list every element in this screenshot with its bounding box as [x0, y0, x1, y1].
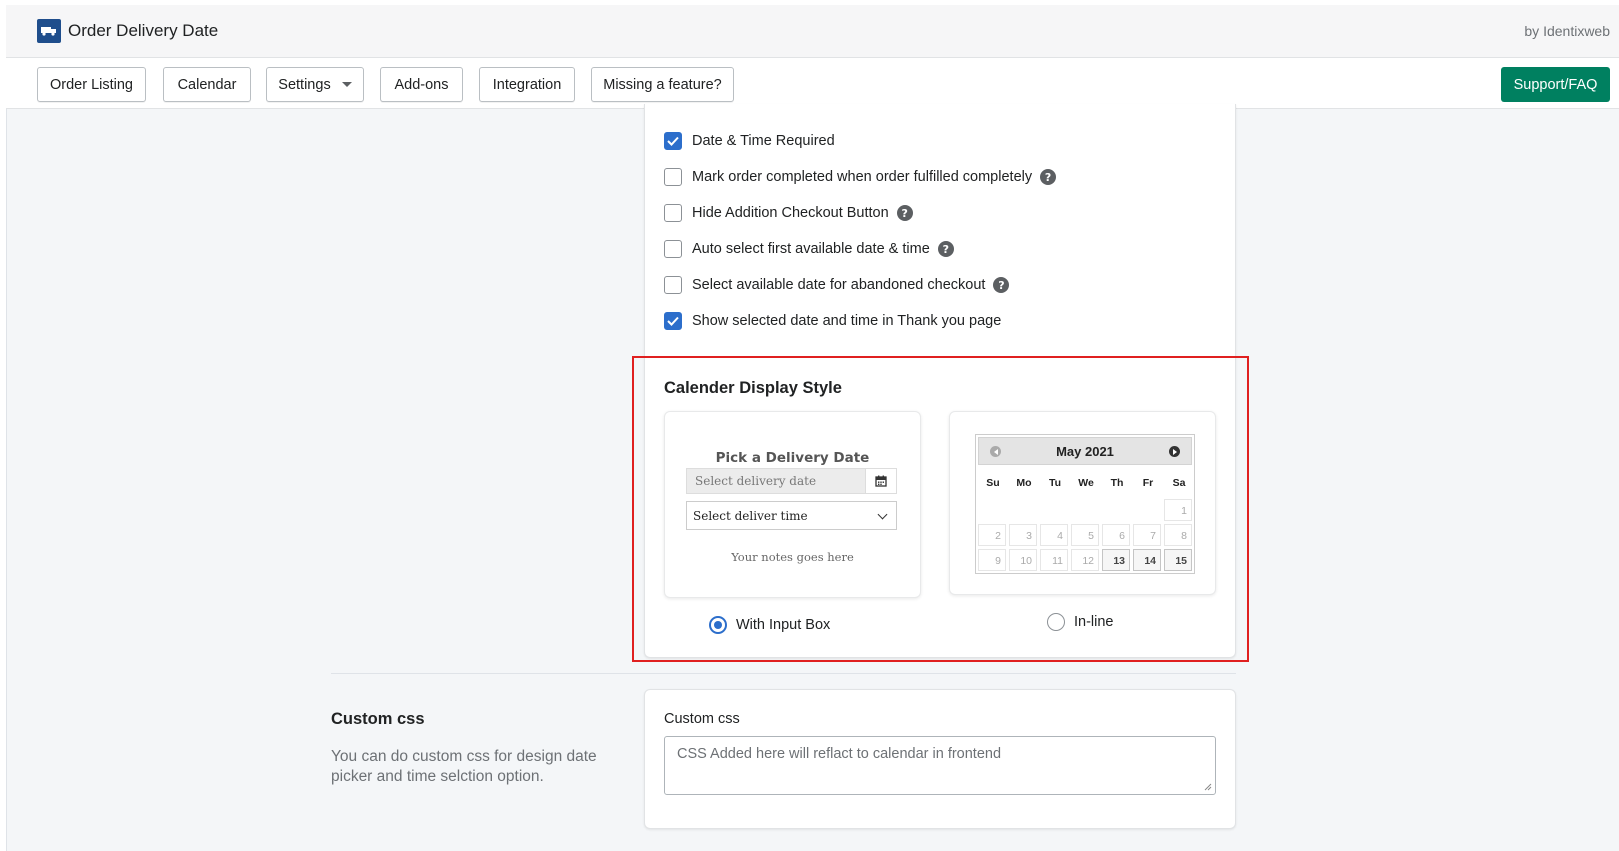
custom-css-textarea[interactable]: CSS Added here will reflact to calendar … [664, 736, 1216, 795]
radio-inline[interactable]: In-line [1047, 613, 1114, 631]
option-label: Date & Time Required [692, 133, 835, 149]
help-icon[interactable]: ? [1040, 169, 1057, 185]
custom-css-title: Custom css [331, 710, 425, 728]
nav-integration-button[interactable]: Integration [479, 67, 575, 102]
checkbox[interactable] [664, 204, 682, 222]
option-mark-order-completed[interactable]: Mark order completed when order fulfille… [664, 168, 1057, 186]
option-abandoned-checkout[interactable]: Select available date for abandoned chec… [664, 276, 1010, 294]
nav-missing-feature-button[interactable]: Missing a feature? [591, 67, 734, 102]
calendar-day: 7 [1133, 524, 1161, 546]
option-show-thank-you[interactable]: Show selected date and time in Thank you… [664, 312, 1001, 330]
checkbox-checked[interactable] [664, 132, 682, 150]
calendar-day: 10 [1009, 549, 1037, 571]
checkbox[interactable] [664, 276, 682, 294]
nav-settings-label: Settings [278, 76, 331, 93]
input-box-preview[interactable]: Pick a Delivery Date Select delivery dat… [664, 411, 921, 598]
weekday-label: Tu [1048, 477, 1062, 489]
nav-addons-button[interactable]: Add-ons [380, 67, 463, 102]
app-titlebar: Order Delivery Date by Identixweb [6, 5, 1619, 58]
nav-calendar-button[interactable]: Calendar [163, 67, 251, 102]
preview-time-placeholder: Select deliver time [693, 509, 808, 523]
help-icon[interactable]: ? [896, 205, 913, 221]
checkbox[interactable] [664, 168, 682, 186]
option-label: Hide Addition Checkout Button [692, 205, 889, 221]
radio-unselected[interactable] [1047, 613, 1065, 631]
option-label: Show selected date and time in Thank you… [692, 313, 1002, 329]
radio-with-input-box[interactable]: With Input Box [709, 616, 830, 634]
calendar-day: 11 [1040, 549, 1068, 571]
calendar-day: 5 [1071, 524, 1099, 546]
radio-selected[interactable] [709, 616, 727, 634]
calendar-day-available: 13 [1102, 549, 1130, 571]
radio-label: With Input Box [736, 617, 831, 633]
help-icon[interactable]: ? [993, 277, 1010, 293]
support-faq-button[interactable]: Support/FAQ [1501, 67, 1610, 102]
nav-settings-button[interactable]: Settings [266, 67, 364, 102]
nav-order-listing-button[interactable]: Order Listing [37, 67, 146, 102]
calendar-day: 4 [1040, 524, 1068, 546]
radio-label: In-line [1074, 614, 1114, 630]
app-title: Order Delivery Date [68, 21, 219, 40]
option-date-time-required[interactable]: Date & Time Required [664, 132, 835, 150]
checkbox[interactable] [664, 240, 682, 258]
weekday-label: Sa [1172, 477, 1186, 489]
preview-notes: Your notes goes here [731, 550, 854, 564]
option-label: Mark order completed when order fulfille… [692, 169, 1033, 185]
calendar-day: 12 [1071, 549, 1099, 571]
section-divider [331, 673, 1236, 674]
checkbox-checked[interactable] [664, 312, 682, 330]
caret-down-icon [341, 82, 352, 87]
weekday-label: Th [1110, 477, 1124, 489]
truck-icon [37, 19, 61, 43]
weekday-label: We [1078, 477, 1094, 489]
calendar-day-available: 15 [1164, 549, 1192, 571]
weekday-label: Su [986, 477, 1000, 489]
option-hide-addition-checkout[interactable]: Hide Addition Checkout Button ? [664, 204, 913, 222]
custom-css-description: You can do custom css for design date pi… [331, 748, 597, 785]
preview-calendar: May 2021 Su Mo Tu We Th Fr Sa 1 2 3 4 5 … [975, 434, 1195, 574]
calendar-day: 6 [1102, 524, 1130, 546]
nav-bar: Order Listing Calendar Settings Add-ons … [6, 58, 1619, 109]
weekday-label: Mo [1016, 477, 1032, 489]
calendar-day: 1 [1164, 499, 1192, 521]
calendar-day: 3 [1009, 524, 1037, 546]
chevron-down-icon [877, 509, 888, 520]
calendar-day-available: 14 [1133, 549, 1161, 571]
calendar-icon [865, 468, 897, 494]
pick-date-heading: Pick a Delivery Date [715, 450, 870, 466]
calendar-day: 2 [978, 524, 1006, 546]
preview-date-input: Select delivery date [686, 468, 866, 494]
custom-css-label: Custom css [664, 711, 740, 727]
next-month-icon [1169, 446, 1180, 457]
help-icon[interactable]: ? [937, 241, 954, 257]
resize-grip-icon[interactable] [1204, 783, 1212, 791]
by-line: by Identixweb [1524, 23, 1610, 39]
custom-css-placeholder: CSS Added here will reflact to calendar … [677, 746, 1002, 762]
calendar-day: 9 [978, 549, 1006, 571]
calendar-style-title: Calender Display Style [664, 379, 842, 397]
calendar-day: 8 [1164, 524, 1192, 546]
inline-calendar-preview[interactable]: May 2021 Su Mo Tu We Th Fr Sa 1 2 3 4 5 … [949, 411, 1216, 595]
weekday-label: Fr [1142, 477, 1154, 489]
option-label: Select available date for abandoned chec… [692, 277, 986, 293]
option-label: Auto select first available date & time [692, 241, 930, 257]
option-auto-select-first[interactable]: Auto select first available date & time … [664, 240, 954, 258]
preview-time-select: Select deliver time [686, 501, 897, 530]
calendar-month: May 2021 [1056, 444, 1114, 459]
calendar-header: May 2021 [978, 437, 1192, 465]
